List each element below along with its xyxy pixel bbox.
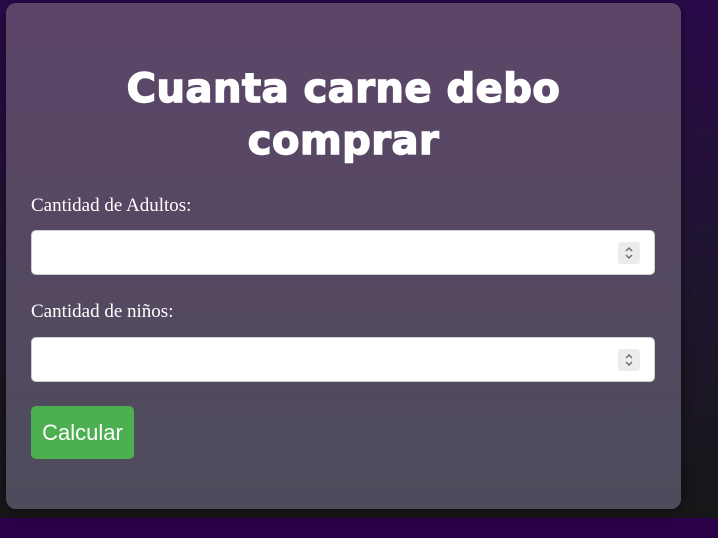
kids-spinner[interactable] [618,349,640,371]
title-line-2: comprar [247,117,440,165]
kids-field-container [31,337,655,382]
bottom-strip [0,518,718,538]
adults-spinner[interactable] [618,242,640,264]
title-line-1: Cuanta carne debo [126,65,561,113]
chevron-up-down-icon [625,247,633,259]
adults-field-container [31,230,655,275]
adults-label: Cantidad de Adultos: [31,195,192,216]
calculate-button[interactable]: Calcular [31,406,134,459]
calculator-card: Cuanta carne debo comprar Cantidad de Ad… [6,3,681,509]
kids-label: Cantidad de niños: [31,301,174,322]
adults-input[interactable] [32,231,612,274]
chevron-up-down-icon [625,354,633,366]
page-title: Cuanta carne debo comprar [6,63,681,167]
kids-input[interactable] [32,338,612,381]
page: { "form": { "title_line1": "Cuanta carne… [0,0,718,538]
